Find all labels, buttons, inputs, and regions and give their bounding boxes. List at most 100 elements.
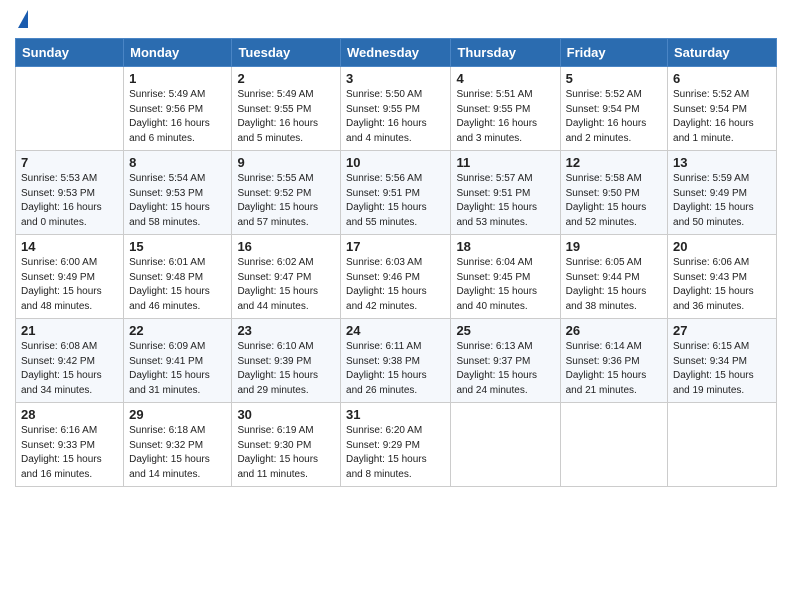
day-info: Sunrise: 5:50 AM Sunset: 9:55 PM Dayligh… [346,88,445,146]
calendar-header-sunday: Sunday [16,39,124,67]
day-info: Sunrise: 5:56 AM Sunset: 9:51 PM Dayligh… [346,172,445,230]
calendar-cell: 23 Sunrise: 6:10 AM Sunset: 9:39 PM Dayli… [232,319,341,403]
calendar-cell: 7 Sunrise: 5:53 AM Sunset: 9:53 PM Daylig… [16,151,124,235]
day-number: 13 [673,155,771,170]
calendar-cell: 8Sunrise: 5:54 AM Sunset: 9:53 PM Daylig… [124,151,232,235]
day-number: 4 [456,71,554,86]
day-info: Sunrise: 6:11 AM Sunset: 9:38 PM Dayligh… [346,340,445,398]
day-info: Sunrise: 6:02 AM Sunset: 9:47 PM Dayligh… [237,256,335,314]
day-info: Sunrise: 6:08 AM Sunset: 9:42 PM Dayligh… [21,340,118,398]
calendar-cell: 25 Sunrise: 6:13 AM Sunset: 9:37 PM Dayli… [451,319,560,403]
calendar-cell: 21 Sunrise: 6:08 AM Sunset: 9:42 PM Dayli… [16,319,124,403]
day-number: 8 [129,155,226,170]
day-number: 28 [21,407,118,422]
calendar-cell: 17 Sunrise: 6:03 AM Sunset: 9:46 PM Dayli… [341,235,451,319]
calendar-cell: 22 Sunrise: 6:09 AM Sunset: 9:41 PM Dayli… [124,319,232,403]
day-info: Sunrise: 5:58 AM Sunset: 9:50 PM Dayligh… [566,172,662,230]
day-info: Sunrise: 6:00 AM Sunset: 9:49 PM Dayligh… [21,256,118,314]
day-info: Sunrise: 6:09 AM Sunset: 9:41 PM Dayligh… [129,340,226,398]
day-number: 31 [346,407,445,422]
calendar-cell: 20 Sunrise: 6:06 AM Sunset: 9:43 PM Dayli… [668,235,777,319]
day-info: Sunrise: 6:16 AM Sunset: 9:33 PM Dayligh… [21,424,118,482]
day-number: 7 [21,155,118,170]
day-info: Sunrise: 6:15 AM Sunset: 9:34 PM Dayligh… [673,340,771,398]
calendar-cell: 15 Sunrise: 6:01 AM Sunset: 9:48 PM Dayli… [124,235,232,319]
calendar-cell: 18 Sunrise: 6:04 AM Sunset: 9:45 PM Dayli… [451,235,560,319]
calendar-cell: 2 Sunrise: 5:49 AM Sunset: 9:55 PM Daylig… [232,67,341,151]
calendar-cell: 10Sunrise: 5:56 AM Sunset: 9:51 PM Dayli… [341,151,451,235]
day-number: 17 [346,239,445,254]
day-info: Sunrise: 5:59 AM Sunset: 9:49 PM Dayligh… [673,172,771,230]
day-number: 2 [237,71,335,86]
day-number: 1 [129,71,226,86]
day-info: Sunrise: 5:52 AM Sunset: 9:54 PM Dayligh… [566,88,662,146]
calendar-cell [16,67,124,151]
header [15,10,777,30]
day-number: 20 [673,239,771,254]
day-number: 5 [566,71,662,86]
calendar-cell: 1 Sunrise: 5:49 AM Sunset: 9:56 PM Daylig… [124,67,232,151]
calendar-cell [451,403,560,487]
calendar-cell: 24 Sunrise: 6:11 AM Sunset: 9:38 PM Dayli… [341,319,451,403]
day-info: Sunrise: 6:10 AM Sunset: 9:39 PM Dayligh… [237,340,335,398]
day-number: 27 [673,323,771,338]
calendar-header-tuesday: Tuesday [232,39,341,67]
calendar-cell: 6 Sunrise: 5:52 AM Sunset: 9:54 PM Daylig… [668,67,777,151]
calendar-week-3: 14 Sunrise: 6:00 AM Sunset: 9:49 PM Dayli… [16,235,777,319]
calendar-header-friday: Friday [560,39,667,67]
day-info: Sunrise: 5:51 AM Sunset: 9:55 PM Dayligh… [456,88,554,146]
calendar-cell: 28 Sunrise: 6:16 AM Sunset: 9:33 PM Dayli… [16,403,124,487]
day-number: 15 [129,239,226,254]
calendar-header-thursday: Thursday [451,39,560,67]
day-info: Sunrise: 5:52 AM Sunset: 9:54 PM Dayligh… [673,88,771,146]
day-info: Sunrise: 5:49 AM Sunset: 9:55 PM Dayligh… [237,88,335,146]
day-number: 6 [673,71,771,86]
day-info: Sunrise: 6:04 AM Sunset: 9:45 PM Dayligh… [456,256,554,314]
calendar-week-1: 1 Sunrise: 5:49 AM Sunset: 9:56 PM Daylig… [16,67,777,151]
day-number: 23 [237,323,335,338]
calendar-cell: 3Sunrise: 5:50 AM Sunset: 9:55 PM Daylig… [341,67,451,151]
day-number: 26 [566,323,662,338]
day-info: Sunrise: 5:49 AM Sunset: 9:56 PM Dayligh… [129,88,226,146]
day-number: 22 [129,323,226,338]
day-info: Sunrise: 6:14 AM Sunset: 9:36 PM Dayligh… [566,340,662,398]
day-info: Sunrise: 5:55 AM Sunset: 9:52 PM Dayligh… [237,172,335,230]
day-info: Sunrise: 6:19 AM Sunset: 9:30 PM Dayligh… [237,424,335,482]
day-info: Sunrise: 6:18 AM Sunset: 9:32 PM Dayligh… [129,424,226,482]
calendar-cell: 12 Sunrise: 5:58 AM Sunset: 9:50 PM Dayli… [560,151,667,235]
day-info: Sunrise: 6:05 AM Sunset: 9:44 PM Dayligh… [566,256,662,314]
calendar-cell: 9 Sunrise: 5:55 AM Sunset: 9:52 PM Daylig… [232,151,341,235]
calendar-cell: 14 Sunrise: 6:00 AM Sunset: 9:49 PM Dayli… [16,235,124,319]
day-number: 9 [237,155,335,170]
day-number: 16 [237,239,335,254]
calendar-cell: 5 Sunrise: 5:52 AM Sunset: 9:54 PM Daylig… [560,67,667,151]
logo [15,10,28,30]
page: SundayMondayTuesdayWednesdayThursdayFrid… [0,0,792,612]
day-info: Sunrise: 6:01 AM Sunset: 9:48 PM Dayligh… [129,256,226,314]
day-number: 21 [21,323,118,338]
day-number: 19 [566,239,662,254]
day-info: Sunrise: 6:03 AM Sunset: 9:46 PM Dayligh… [346,256,445,314]
day-info: Sunrise: 5:53 AM Sunset: 9:53 PM Dayligh… [21,172,118,230]
day-number: 12 [566,155,662,170]
day-number: 24 [346,323,445,338]
day-number: 18 [456,239,554,254]
calendar-cell: 11Sunrise: 5:57 AM Sunset: 9:51 PM Dayli… [451,151,560,235]
day-info: Sunrise: 6:20 AM Sunset: 9:29 PM Dayligh… [346,424,445,482]
day-info: Sunrise: 6:13 AM Sunset: 9:37 PM Dayligh… [456,340,554,398]
calendar-cell: 13 Sunrise: 5:59 AM Sunset: 9:49 PM Dayli… [668,151,777,235]
calendar-table: SundayMondayTuesdayWednesdayThursdayFrid… [15,38,777,487]
calendar-cell: 26 Sunrise: 6:14 AM Sunset: 9:36 PM Dayli… [560,319,667,403]
calendar-header-wednesday: Wednesday [341,39,451,67]
calendar-week-5: 28 Sunrise: 6:16 AM Sunset: 9:33 PM Dayli… [16,403,777,487]
day-number: 30 [237,407,335,422]
day-number: 14 [21,239,118,254]
calendar-cell: 4 Sunrise: 5:51 AM Sunset: 9:55 PM Daylig… [451,67,560,151]
calendar-cell: 16 Sunrise: 6:02 AM Sunset: 9:47 PM Dayli… [232,235,341,319]
day-number: 25 [456,323,554,338]
calendar-cell: 29Sunrise: 6:18 AM Sunset: 9:32 PM Dayli… [124,403,232,487]
calendar-header-saturday: Saturday [668,39,777,67]
calendar-week-4: 21 Sunrise: 6:08 AM Sunset: 9:42 PM Dayli… [16,319,777,403]
day-info: Sunrise: 6:06 AM Sunset: 9:43 PM Dayligh… [673,256,771,314]
calendar-week-2: 7 Sunrise: 5:53 AM Sunset: 9:53 PM Daylig… [16,151,777,235]
